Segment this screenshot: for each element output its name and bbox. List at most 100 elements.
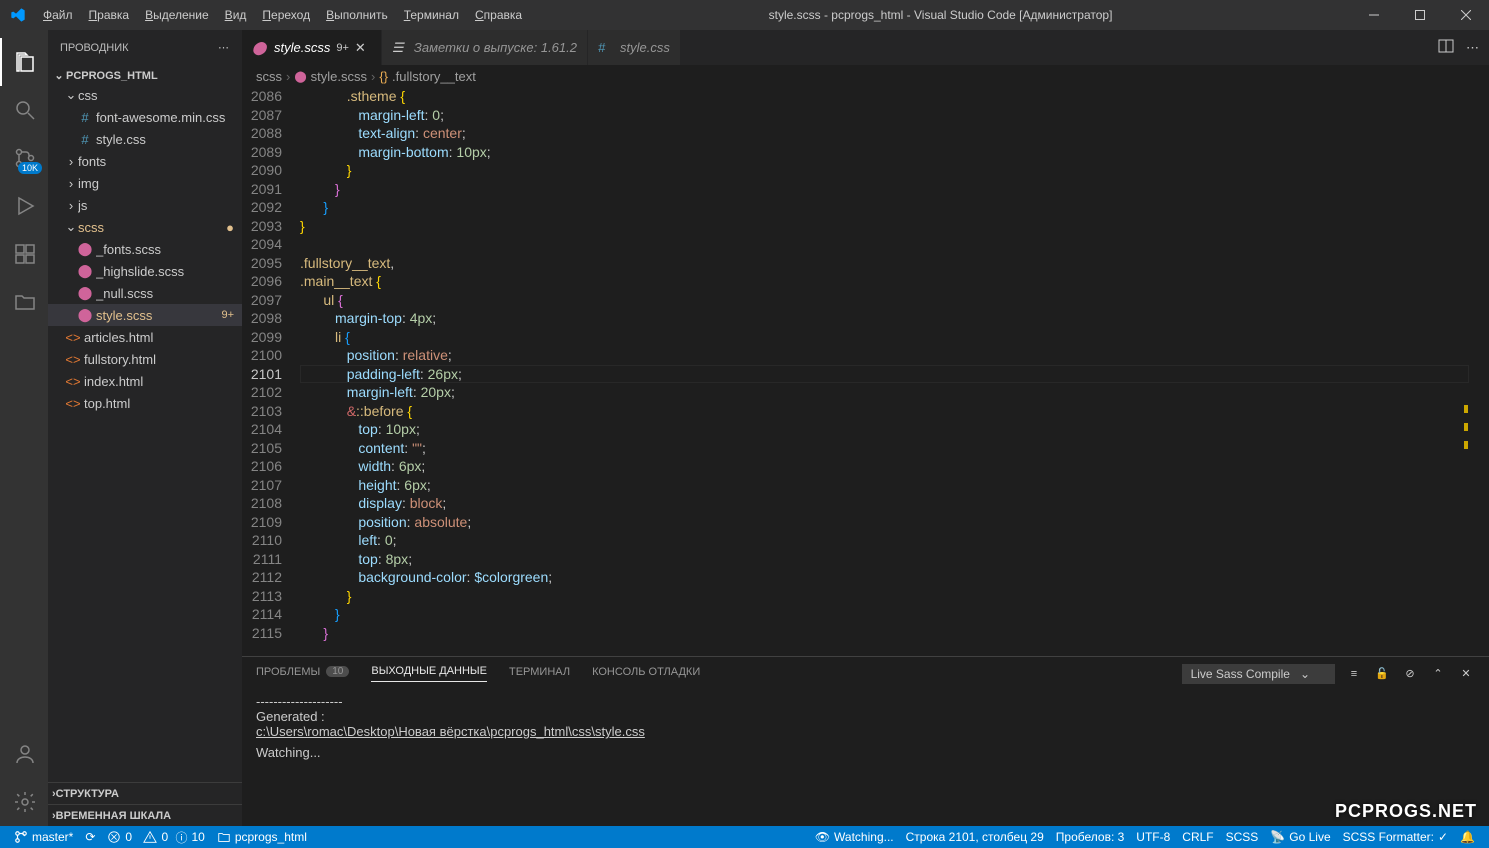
panel-tab[interactable]: ТЕРМИНАЛ	[509, 666, 570, 682]
run-debug-icon[interactable]	[0, 182, 48, 230]
window-controls	[1351, 0, 1489, 30]
menu-item[interactable]: Вид	[217, 8, 255, 22]
code-editor[interactable]: 2086208720882089209020912092209320942095…	[242, 87, 1489, 656]
extensions-icon[interactable]	[0, 230, 48, 278]
tree-folder[interactable]: ›img	[48, 172, 242, 194]
notes-icon: ☰	[392, 40, 408, 56]
status-encoding[interactable]: UTF-8	[1130, 826, 1176, 848]
tree-file[interactable]: ⬤style.scss9+	[48, 304, 242, 326]
status-sync[interactable]: ⟳	[79, 826, 101, 848]
editor-tab[interactable]: ⬤style.scss9+✕	[242, 30, 382, 65]
tree-file[interactable]: #font-awesome.min.css	[48, 106, 242, 128]
window-title: style.scss - pcprogs_html - Visual Studi…	[530, 8, 1351, 22]
maximize-button[interactable]	[1397, 0, 1443, 30]
sidebar-section[interactable]: › СТРУКТУРА	[48, 782, 242, 804]
panel-tab[interactable]: ПРОБЛЕМЫ 10	[256, 666, 349, 682]
css-file-icon: #	[76, 110, 94, 125]
close-button[interactable]	[1443, 0, 1489, 30]
tree-folder[interactable]: ⌄css	[48, 84, 242, 106]
editor-area: ⬤style.scss9+✕☰Заметки о выпуске: 1.61.2…	[242, 30, 1489, 826]
panel-tab[interactable]: ВЫХОДНЫЕ ДАННЫЕ	[371, 665, 487, 682]
status-eol[interactable]: CRLF	[1176, 826, 1219, 848]
clear-icon[interactable]: ⊘	[1401, 667, 1419, 680]
status-problems[interactable]: 0 0 ⓘ 10	[101, 826, 210, 848]
breadcrumbs: scss›⬤ style.scss›{} .fullstory__text	[242, 65, 1489, 87]
html-file-icon: <>	[64, 352, 82, 367]
panel-up-icon[interactable]: ⌃	[1429, 667, 1447, 680]
sidebar-header: ПРОВОДНИК ⋯	[48, 30, 242, 65]
tree-root[interactable]: ⌄ PCPROGS_HTML	[48, 67, 242, 84]
explorer-icon[interactable]	[0, 38, 48, 86]
sidebar: ПРОВОДНИК ⋯ ⌄ PCPROGS_HTML ⌄css#font-awe…	[48, 30, 242, 826]
chevron-right-icon: ›	[64, 154, 78, 169]
activitybar: 10K	[0, 30, 48, 826]
lock-icon[interactable]: 🔓	[1373, 667, 1391, 680]
sass-file-icon: ⬤	[76, 263, 94, 279]
tabs: ⬤style.scss9+✕☰Заметки о выпуске: 1.61.2…	[242, 30, 1489, 65]
tree-folder[interactable]: ›fonts	[48, 150, 242, 172]
chevron-right-icon: ›	[64, 198, 78, 213]
chevron-down-icon: ⌄	[52, 69, 66, 82]
chevron-right-icon: ›	[64, 176, 78, 191]
source-control-icon[interactable]: 10K	[0, 134, 48, 182]
menu-item[interactable]: Файл	[35, 8, 81, 22]
filter-icon[interactable]: ≡	[1345, 668, 1363, 680]
output-panel[interactable]: --------------------Generated :c:\Users\…	[242, 690, 1489, 826]
tree-file[interactable]: #style.css	[48, 128, 242, 150]
tab-close-icon[interactable]: ✕	[355, 40, 371, 56]
panel-tabs: ПРОБЛЕМЫ 10 ВЫХОДНЫЕ ДАННЫЕ ТЕРМИНАЛ КОНСОЛ…	[242, 657, 1489, 690]
output-channel-select[interactable]: Live Sass Compile ⌄	[1182, 664, 1335, 684]
tree-folder[interactable]: ›js	[48, 194, 242, 216]
settings-gear-icon[interactable]	[0, 778, 48, 826]
folder-icon[interactable]	[0, 278, 48, 326]
minimap[interactable]	[1469, 87, 1489, 656]
vscode-logo-icon	[0, 7, 35, 23]
menu-item[interactable]: Терминал	[396, 8, 467, 22]
split-editor-icon[interactable]	[1438, 38, 1454, 57]
status-folder[interactable]: pcprogs_html	[211, 826, 313, 848]
editor-tab[interactable]: #style.css	[588, 30, 681, 65]
sidebar-title: ПРОВОДНИК	[60, 42, 129, 54]
minimize-button[interactable]	[1351, 0, 1397, 30]
menu-item[interactable]: Справка	[467, 8, 530, 22]
status-lang[interactable]: SCSS	[1220, 826, 1265, 848]
sidebar-section[interactable]: › ВРЕМЕННАЯ ШКАЛА	[48, 804, 242, 826]
editor-tab[interactable]: ☰Заметки о выпуске: 1.61.2	[382, 30, 588, 65]
editor-more-icon[interactable]: ⋯	[1466, 40, 1479, 56]
chevron-down-icon: ⌄	[64, 219, 78, 235]
panel-close-icon[interactable]: ✕	[1457, 667, 1475, 680]
menu-item[interactable]: Переход	[254, 8, 318, 22]
accounts-icon[interactable]	[0, 730, 48, 778]
tree-folder[interactable]: ⌄scss●	[48, 216, 242, 238]
css-file-icon: #	[76, 132, 94, 147]
breadcrumb-item[interactable]: {} .fullstory__text	[379, 69, 476, 84]
status-formatter[interactable]: SCSS Formatter: ✓	[1337, 826, 1454, 848]
root-label: PCPROGS_HTML	[66, 70, 158, 82]
menu-item[interactable]: Выполнить	[318, 8, 396, 22]
tree-file[interactable]: ⬤_null.scss	[48, 282, 242, 304]
search-icon[interactable]	[0, 86, 48, 134]
menu-item[interactable]: Выделение	[137, 8, 217, 22]
status-spaces[interactable]: Пробелов: 3	[1050, 826, 1131, 848]
tree-file[interactable]: <>top.html	[48, 392, 242, 414]
status-watching[interactable]: 👁 Watching...	[809, 826, 900, 848]
tree-file[interactable]: <>fullstory.html	[48, 348, 242, 370]
status-position[interactable]: Строка 2101, столбец 29	[900, 826, 1050, 848]
sass-file-icon: ⬤	[76, 285, 94, 301]
tree-file[interactable]: ⬤_fonts.scss	[48, 238, 242, 260]
tree-file[interactable]: ⬤_highslide.scss	[48, 260, 242, 282]
tree-file[interactable]: <>articles.html	[48, 326, 242, 348]
breadcrumb-item[interactable]: ⬤ style.scss	[294, 69, 367, 84]
status-branch[interactable]: master*	[8, 826, 79, 848]
tree-file[interactable]: <>index.html	[48, 370, 242, 392]
panel: ПРОБЛЕМЫ 10 ВЫХОДНЫЕ ДАННЫЕ ТЕРМИНАЛ КОНСОЛ…	[242, 656, 1489, 826]
sass-file-icon: ⬤	[76, 241, 94, 257]
scm-badge: 10K	[18, 162, 42, 174]
html-file-icon: <>	[64, 330, 82, 345]
panel-tab[interactable]: КОНСОЛЬ ОТЛАДКИ	[592, 666, 700, 682]
menu-item[interactable]: Правка	[81, 8, 138, 22]
status-bell-icon[interactable]: 🔔	[1454, 826, 1481, 848]
breadcrumb-item[interactable]: scss	[256, 69, 282, 84]
sidebar-more-icon[interactable]: ⋯	[218, 41, 230, 54]
status-golive[interactable]: 📡 Go Live	[1264, 826, 1336, 848]
